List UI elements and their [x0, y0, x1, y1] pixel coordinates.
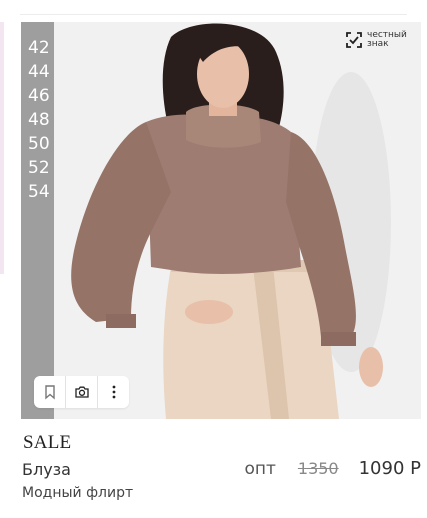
current-price: 1090 Р [358, 458, 421, 479]
size-option[interactable]: 48 [21, 108, 54, 132]
price-row: опт 1350 1090 Р [244, 458, 421, 479]
bookmark-button[interactable] [34, 376, 65, 408]
honest-mark-badge: честный знак [345, 29, 411, 51]
size-option[interactable]: 54 [21, 180, 54, 204]
product-photo-illustration [21, 22, 421, 419]
size-option[interactable]: 50 [21, 132, 54, 156]
left-edge-accent [0, 22, 4, 274]
price-type-label: опт [244, 459, 276, 479]
camera-icon [74, 386, 89, 398]
size-option[interactable]: 52 [21, 156, 54, 180]
top-divider [20, 14, 407, 15]
size-list-bar: 42 44 46 48 50 52 54 [21, 22, 54, 419]
honest-mark-logo-icon [346, 32, 362, 48]
sale-badge: SALE [23, 432, 72, 453]
old-price: 1350 [297, 459, 339, 478]
camera-button[interactable] [65, 376, 97, 408]
brand-name[interactable]: Модный флирт [22, 485, 133, 501]
more-button[interactable] [97, 376, 129, 408]
honest-mark-text: честный знак [367, 31, 411, 49]
size-list: 42 44 46 48 50 52 54 [21, 36, 54, 204]
size-option[interactable]: 44 [21, 60, 54, 84]
product-name[interactable]: Блуза [22, 460, 71, 479]
size-option[interactable]: 42 [21, 36, 54, 60]
product-photo[interactable] [21, 22, 421, 419]
more-vertical-icon [112, 385, 115, 399]
bookmark-icon [44, 385, 55, 400]
size-option[interactable]: 46 [21, 84, 54, 108]
honest-mark-line2: знак [367, 39, 389, 49]
photo-action-bar [34, 376, 129, 408]
